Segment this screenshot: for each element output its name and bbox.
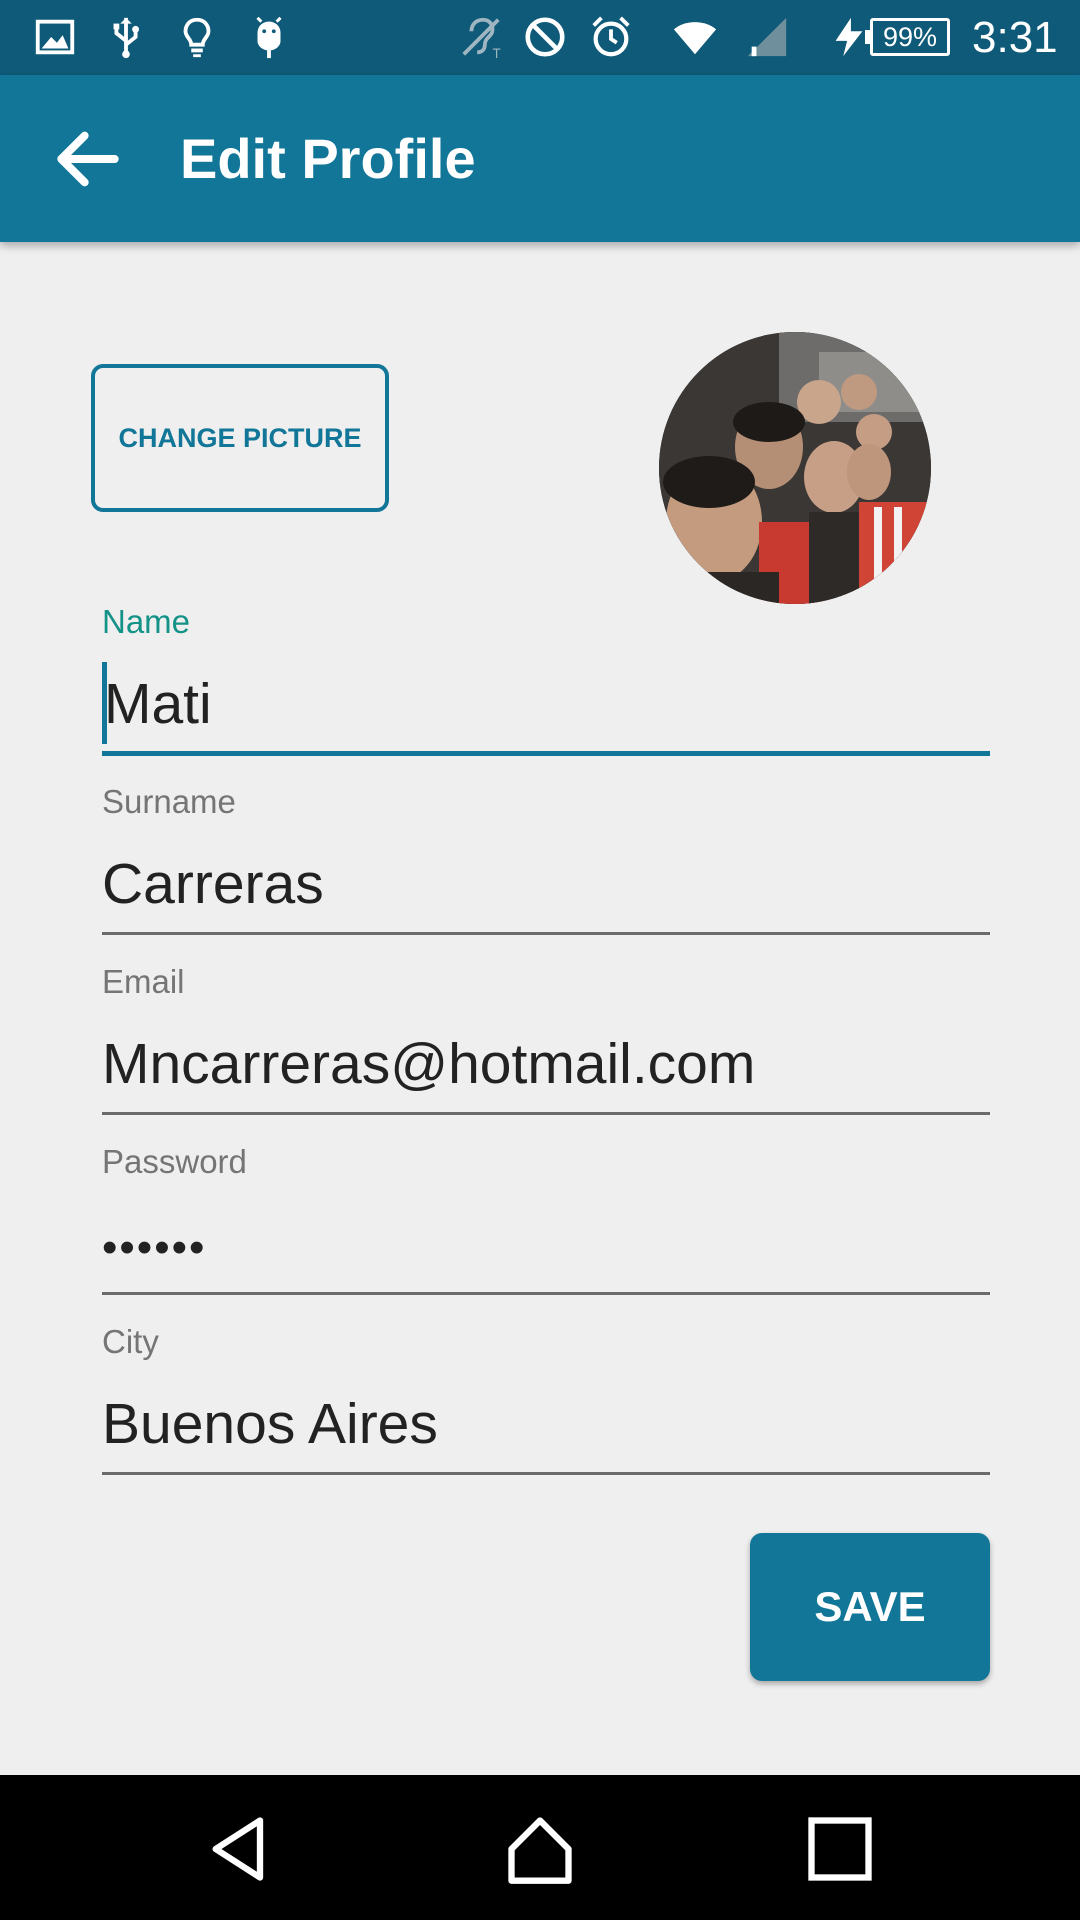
hearing-aid-icon: T — [458, 14, 504, 60]
city-field[interactable]: City Buenos Aires — [102, 1322, 990, 1482]
surname-label: Surname — [102, 783, 236, 820]
password-field[interactable]: Password •••••• — [102, 1142, 990, 1302]
usb-icon — [103, 14, 149, 60]
navigation-bar — [0, 1775, 1080, 1920]
city-underline — [102, 1472, 990, 1475]
screen: T 99% 3:31 Edit Profile CHANGE PICTURE N… — [0, 0, 1080, 1920]
name-input[interactable]: Mati — [104, 670, 212, 738]
battery-icon: 99% — [865, 18, 950, 56]
do-not-disturb-icon — [522, 14, 568, 60]
city-input[interactable]: Buenos Aires — [102, 1390, 438, 1458]
home-icon[interactable] — [502, 1811, 578, 1887]
save-button[interactable]: SAVE — [750, 1533, 990, 1681]
name-underline — [102, 751, 990, 756]
app-bar: Edit Profile — [0, 75, 1080, 242]
signal-icon — [744, 14, 790, 60]
city-label: City — [102, 1323, 159, 1360]
avatar[interactable] — [659, 332, 931, 604]
page-title: Edit Profile — [180, 127, 476, 190]
password-label: Password — [102, 1143, 247, 1180]
image-icon — [32, 14, 78, 60]
password-underline — [102, 1292, 990, 1295]
password-input[interactable]: •••••• — [102, 1214, 206, 1282]
surname-field[interactable]: Surname Carreras — [102, 782, 990, 942]
arrow-back-icon[interactable] — [48, 119, 128, 199]
surname-underline — [102, 932, 990, 935]
android-icon — [246, 14, 292, 60]
alarm-icon — [588, 14, 634, 60]
surname-input[interactable]: Carreras — [102, 850, 324, 918]
email-input[interactable]: Mncarreras@hotmail.com — [102, 1030, 755, 1098]
lightbulb-icon — [174, 14, 220, 60]
email-underline — [102, 1112, 990, 1115]
recents-icon[interactable] — [802, 1811, 878, 1887]
status-bar: T 99% 3:31 — [0, 0, 1080, 75]
email-label: Email — [102, 963, 185, 1000]
email-field[interactable]: Email Mncarreras@hotmail.com — [102, 962, 990, 1122]
back-triangle-icon[interactable] — [203, 1811, 279, 1887]
change-picture-button[interactable]: CHANGE PICTURE — [91, 364, 389, 512]
status-time: 3:31 — [972, 13, 1058, 62]
name-label: Name — [102, 603, 191, 640]
wifi-icon — [672, 14, 718, 60]
name-field[interactable]: Name Mati — [102, 602, 990, 762]
svg-text:T: T — [493, 46, 501, 60]
